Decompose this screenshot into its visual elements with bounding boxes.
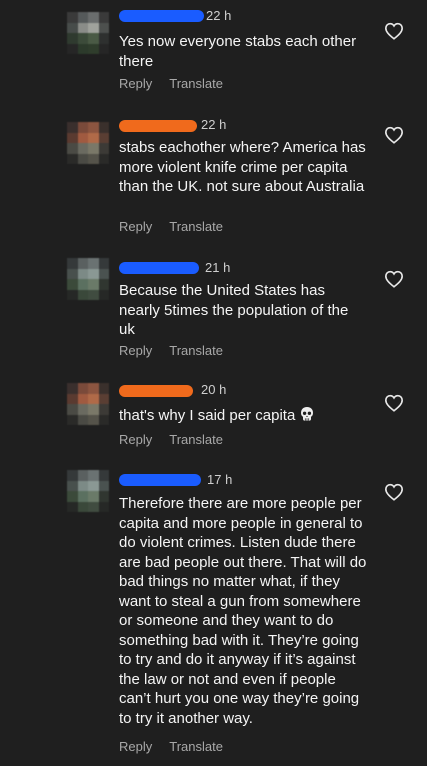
comment-time: 22 h [201,117,227,132]
heart-outline-icon[interactable] [384,394,404,412]
translate-button[interactable]: Translate [169,343,223,358]
translate-button[interactable]: Translate [169,739,223,754]
comment-time: 17 h [207,472,233,487]
username-meta: 22 h [119,8,259,24]
username-meta: 22 h [119,117,259,133]
comment-actions: Reply Translate [119,739,240,754]
comment-actions: Reply Translate [119,219,240,234]
reply-button[interactable]: Reply [119,739,152,754]
redacted-username[interactable] [119,10,204,22]
comment-text: that's why I said per capita [119,406,367,426]
heart-outline-icon[interactable] [384,270,404,288]
comment-actions: Reply Translate [119,76,240,91]
redacted-username[interactable] [119,262,199,274]
heart-outline-icon[interactable] [384,22,404,40]
translate-button[interactable]: Translate [169,76,223,91]
comment-text: Therefore there are more people per capi… [119,495,367,727]
avatar[interactable] [67,383,109,425]
comment-time: 21 h [205,260,231,275]
comment-time: 22 h [206,8,232,23]
redacted-username[interactable] [119,120,197,132]
username-meta: 21 h [119,260,259,276]
redacted-username[interactable] [119,385,193,397]
reply-button[interactable]: Reply [119,76,152,91]
comment-text: Yes now everyone stabs each other there [119,33,357,70]
reply-button[interactable]: Reply [119,343,152,358]
avatar[interactable] [67,122,109,164]
comment-actions: Reply Translate [119,432,240,447]
username-meta: 20 h [119,382,259,398]
heart-outline-icon[interactable] [384,483,404,501]
reply-button[interactable]: Reply [119,432,152,447]
translate-button[interactable]: Translate [169,219,223,234]
reply-button[interactable]: Reply [119,219,152,234]
translate-button[interactable]: Translate [169,432,223,447]
comment-text: Because the United States has nearly 5ti… [119,282,349,338]
skull-emoji-icon [301,407,314,421]
avatar[interactable] [67,470,109,512]
avatar[interactable] [67,12,109,54]
comment-actions: Reply Translate [119,343,240,358]
avatar[interactable] [67,258,109,300]
redacted-username[interactable] [119,474,201,486]
comment-time: 20 h [201,382,227,397]
heart-outline-icon[interactable] [384,126,404,144]
comment-text-body: that's why I said per capita [119,407,296,424]
comment-text: stabs eachother where? America has more … [119,139,366,195]
username-meta: 17 h [119,472,259,488]
